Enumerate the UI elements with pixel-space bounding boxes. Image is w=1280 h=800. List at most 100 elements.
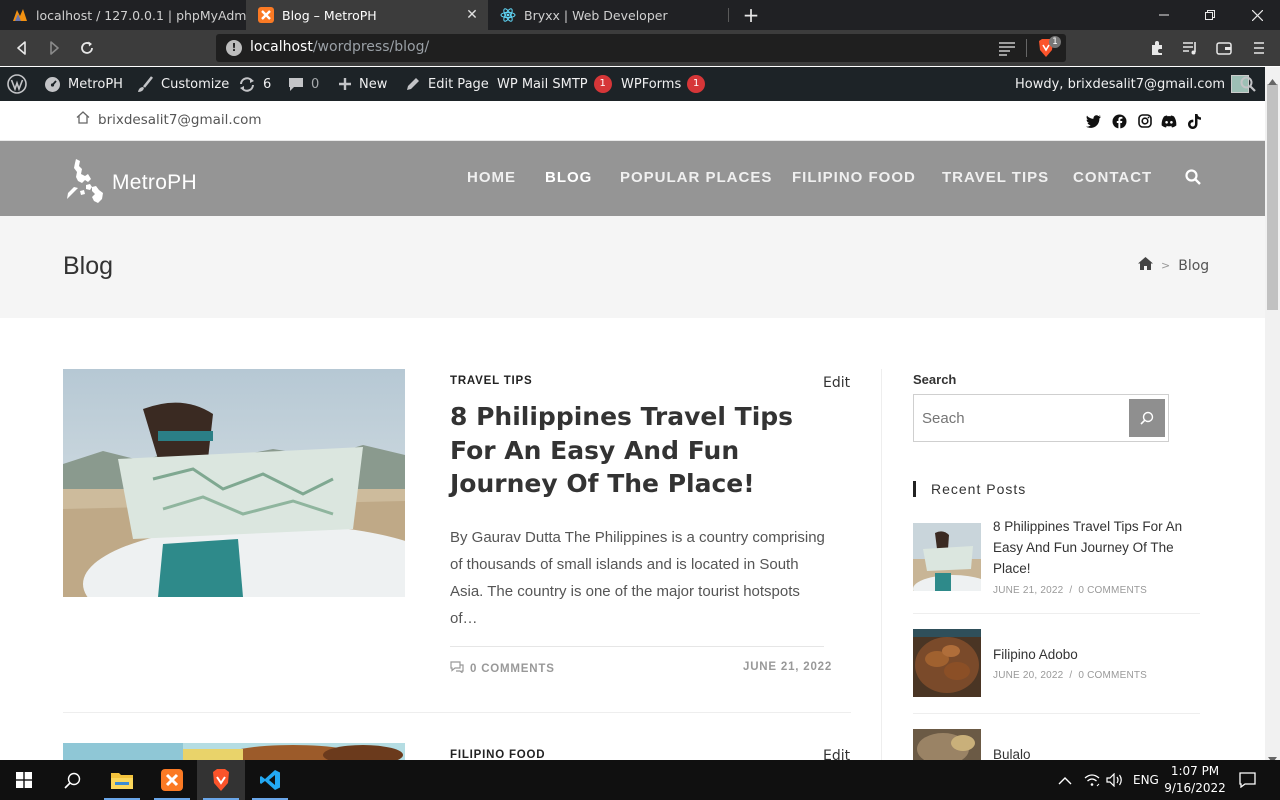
customize-link[interactable]: Customize <box>137 67 229 101</box>
updates-icon <box>238 76 256 93</box>
instagram-icon[interactable] <box>1137 113 1153 129</box>
post-featured-image[interactable] <box>63 743 405 760</box>
clock-time: 1:07 PM <box>1170 764 1220 778</box>
clock-date: 9/16/2022 <box>1164 781 1226 795</box>
recent-post-title[interactable]: 8 Philippines Travel Tips For An Easy An… <box>993 516 1193 579</box>
search-submit-button[interactable] <box>1129 399 1165 437</box>
wp-admin-bar: MetroPH Customize 6 0 New Edit Page WP M… <box>0 67 1280 101</box>
plus-icon <box>338 77 352 91</box>
breadcrumb: > Blog <box>1138 257 1209 274</box>
tab-phpmyadmin[interactable]: localhost / 127.0.0.1 | phpMyAdmin 5. <box>0 0 246 30</box>
close-tab-icon[interactable]: ✕ <box>464 7 480 23</box>
search-input[interactable] <box>914 395 1128 441</box>
nav-contact[interactable]: CONTACT <box>1073 169 1152 186</box>
site-name-link[interactable]: MetroPH <box>44 67 123 101</box>
recent-post-thumbnail[interactable] <box>913 729 981 760</box>
scroll-up-arrow-icon[interactable] <box>1268 70 1277 89</box>
breadcrumb-separator-icon: > <box>1161 259 1171 272</box>
language-indicator[interactable]: ENG <box>1133 760 1159 800</box>
search-taskbar-button[interactable] <box>48 760 96 800</box>
notification-badge: 1 <box>593 75 612 93</box>
post-comments-link[interactable]: 0 COMMENTS <box>450 661 555 676</box>
network-icon[interactable] <box>1084 760 1100 800</box>
wordpress-logo-icon[interactable] <box>7 67 27 101</box>
volume-icon[interactable] <box>1106 760 1123 800</box>
vscode-taskbar-button[interactable] <box>246 760 294 800</box>
menu-icon[interactable] <box>1250 39 1268 57</box>
search-icon <box>1140 411 1154 425</box>
show-hidden-icons-icon[interactable] <box>1058 760 1072 800</box>
recent-post-comments[interactable]: 0 COMMENTS <box>1078 670 1147 681</box>
back-icon[interactable] <box>12 38 32 58</box>
brave-shields-icon[interactable]: 1 <box>1037 36 1061 58</box>
site-info-icon[interactable]: ! <box>226 40 242 56</box>
site-header: MetroPH HOME BLOG POPULAR PLACES FILIPIN… <box>0 141 1265 216</box>
close-window-button[interactable] <box>1234 0 1280 30</box>
facebook-icon[interactable] <box>1111 113 1127 129</box>
recent-posts-title: Recent Posts <box>913 481 1026 497</box>
recent-post-comments[interactable]: 0 COMMENTS <box>1078 585 1147 596</box>
header-search-icon[interactable] <box>1185 169 1201 189</box>
file-explorer-taskbar-button[interactable] <box>98 760 146 800</box>
address-bar[interactable]: ! localhost/wordpress/blog/ 1 <box>216 34 1066 62</box>
recent-post-thumbnail[interactable] <box>913 523 981 591</box>
pencil-icon <box>405 76 421 92</box>
post-title[interactable]: 8 Philippines Travel Tips For An Easy An… <box>450 400 830 501</box>
wp-mail-smtp-link[interactable]: WP Mail SMTP 1 <box>497 67 612 101</box>
post-featured-image[interactable] <box>63 369 405 597</box>
recent-post-title[interactable]: Filipino Adobo <box>993 644 1193 665</box>
taskbar-clock[interactable]: 1:07 PM 9/16/2022 <box>1162 763 1228 797</box>
recent-post-date: JUNE 20, 2022 <box>993 670 1064 681</box>
post-date: JUNE 21, 2022 <box>743 661 833 673</box>
wpforms-link[interactable]: WPForms 1 <box>621 67 706 101</box>
tab-bryxx[interactable]: Bryxx | Web Developer <box>488 0 728 30</box>
notifications-icon[interactable] <box>1239 760 1256 800</box>
start-button[interactable] <box>0 760 48 800</box>
tab-blog-metroph[interactable]: Blog – MetroPH ✕ <box>246 0 488 30</box>
nav-filipino-food[interactable]: FILIPINO FOOD <box>792 169 916 186</box>
tab-title: Blog – MetroPH <box>282 7 377 23</box>
reload-icon[interactable] <box>77 38 97 58</box>
my-account-link[interactable]: Howdy, brixdesalit7@gmail.com <box>1015 67 1250 101</box>
site-logo[interactable]: MetroPH <box>64 157 197 209</box>
recent-post-meta: JUNE 20, 2022 / 0 COMMENTS <box>993 670 1148 681</box>
nav-blog[interactable]: BLOG <box>545 169 592 186</box>
restore-button[interactable] <box>1187 0 1233 30</box>
browser-toolbar: ! localhost/wordpress/blog/ 1 <box>0 30 1280 66</box>
page-title-bar: Blog > Blog <box>0 216 1265 318</box>
notification-badge: 1 <box>687 75 706 93</box>
search-icon[interactable] <box>1240 67 1256 101</box>
breadcrumb-home-icon[interactable] <box>1138 257 1153 274</box>
new-tab-button[interactable]: + <box>741 5 761 25</box>
recent-post-date: JUNE 21, 2022 <box>993 585 1064 596</box>
edit-page-link[interactable]: Edit Page <box>405 67 489 101</box>
comments-link[interactable]: 0 <box>288 67 319 101</box>
nav-popular-places[interactable]: POPULAR PLACES <box>620 169 772 186</box>
comments-icon <box>450 661 464 676</box>
new-content-link[interactable]: New <box>338 67 387 101</box>
brave-taskbar-button[interactable] <box>197 760 245 800</box>
updates-link[interactable]: 6 <box>238 67 271 101</box>
nav-travel-tips[interactable]: TRAVEL TIPS <box>942 169 1049 186</box>
tiktok-icon[interactable] <box>1186 113 1202 129</box>
recent-post-thumbnail[interactable] <box>913 629 981 697</box>
scrollbar-thumb[interactable] <box>1267 84 1278 310</box>
contact-email[interactable]: brixdesalit7@gmail.com <box>76 111 262 128</box>
post-edit-link[interactable]: Edit <box>823 375 850 391</box>
wallet-icon[interactable] <box>1215 39 1233 57</box>
post-meta-divider <box>450 646 824 647</box>
omnibox-separator <box>1026 39 1027 57</box>
minimize-button[interactable] <box>1141 0 1187 30</box>
post-category[interactable]: TRAVEL TIPS <box>450 375 533 387</box>
forward-icon[interactable] <box>44 38 64 58</box>
shields-badge: 1 <box>1049 36 1061 48</box>
extensions-icon[interactable] <box>1148 39 1166 57</box>
playlist-icon[interactable] <box>1181 39 1199 57</box>
discord-icon[interactable] <box>1161 113 1177 129</box>
twitter-icon[interactable] <box>1085 113 1101 129</box>
windows-logo-icon <box>16 772 32 788</box>
nav-home[interactable]: HOME <box>467 169 516 186</box>
xampp-taskbar-button[interactable] <box>148 760 196 800</box>
reader-mode-icon[interactable] <box>998 40 1016 60</box>
recent-post-title[interactable]: Bulalo <box>993 744 1193 760</box>
